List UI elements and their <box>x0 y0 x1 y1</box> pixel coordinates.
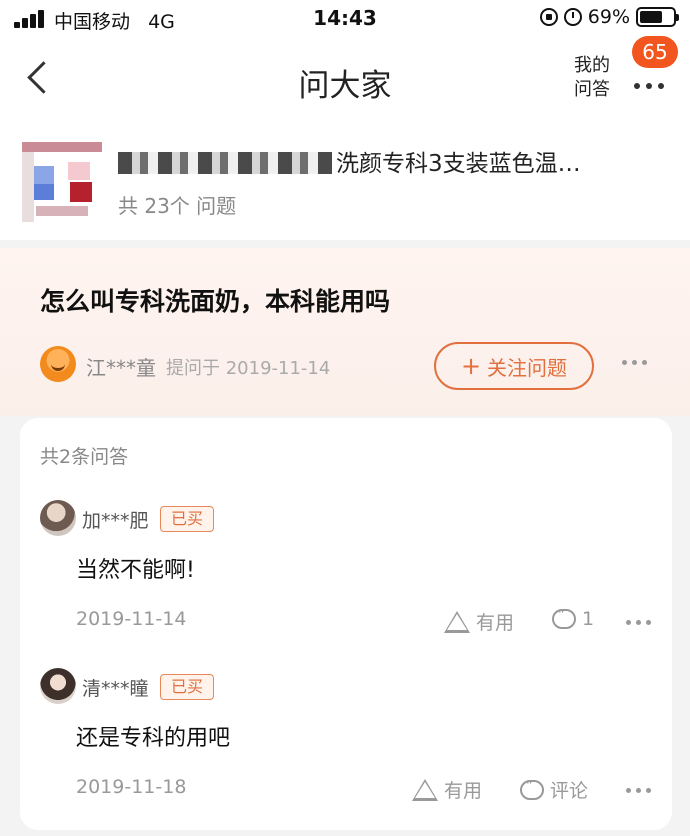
avatar[interactable] <box>40 500 76 536</box>
asked-date: 提问于 2019-11-14 <box>166 358 331 379</box>
alarm-icon <box>563 8 582 26</box>
answers-panel: 共2条问答 加***肥 已买 当然不能啊! 2019-11-14 有用 1 清*… <box>20 418 672 830</box>
thumb-triangle-icon <box>444 610 470 633</box>
more-menu-button[interactable] <box>632 68 674 102</box>
comment-button[interactable]: 评论 <box>520 776 588 803</box>
answer-date: 2019-11-18 <box>76 776 187 798</box>
avatar[interactable] <box>40 668 76 704</box>
more-icon <box>634 83 664 89</box>
product-title: 洗颜专科3支装蓝色温… <box>336 151 581 177</box>
answer-text: 还是专科的用吧 <box>76 726 231 751</box>
battery-icon <box>636 7 679 27</box>
rotation-lock-icon <box>539 8 558 26</box>
product-thumbnail[interactable] <box>22 142 102 222</box>
comment-count: 1 <box>582 608 595 630</box>
comment-icon <box>552 605 576 629</box>
bought-badge: 已买 <box>160 506 214 532</box>
useful-label: 有用 <box>476 612 515 634</box>
asker-avatar <box>40 346 76 382</box>
my-qa-button[interactable]: 我的问答 <box>568 54 616 102</box>
nav-bar: 问大家 我的问答 65 <box>0 36 690 118</box>
answer-user: 清***瞳 <box>82 678 149 700</box>
product-header[interactable]: 洗颜专科3支装蓝色温… 共 23个 问题 <box>0 118 690 240</box>
comment-label: 评论 <box>550 780 589 802</box>
comment-button[interactable]: 1 <box>552 605 595 630</box>
useful-label: 有用 <box>444 780 483 802</box>
comment-icon <box>520 776 544 800</box>
answer-count: 共2条问答 <box>40 446 129 468</box>
follow-question-button[interactable]: + 关注问题 <box>434 342 594 390</box>
plus-icon: + <box>460 352 482 380</box>
thumb-triangle-icon <box>412 778 438 801</box>
battery-percent: 69% <box>587 6 630 28</box>
asker-name: 江***童 <box>86 356 156 380</box>
bought-badge: 已买 <box>160 674 214 700</box>
question-text: 怎么叫专科洗面奶，本科能用吗 <box>40 287 391 316</box>
answer-more-icon[interactable] <box>626 620 651 625</box>
answer-date: 2019-11-14 <box>76 608 187 630</box>
answer-text: 当然不能啊! <box>76 558 195 583</box>
answer-user: 加***肥 <box>82 510 149 532</box>
status-bar: 中国移动 4G 14:43 69% <box>0 0 690 40</box>
follow-label: 关注问题 <box>487 355 568 380</box>
question-more-icon[interactable] <box>622 360 647 365</box>
useful-button[interactable]: 有用 <box>444 608 514 635</box>
redacted-text <box>118 152 332 174</box>
question-card: 怎么叫专科洗面奶，本科能用吗 江***童 提问于 2019-11-14 + 关注… <box>0 248 690 416</box>
useful-button[interactable]: 有用 <box>412 776 482 803</box>
question-count: 共 23个 问题 <box>118 194 237 218</box>
notification-badge: 65 <box>632 36 678 68</box>
answer-more-icon[interactable] <box>626 788 651 793</box>
